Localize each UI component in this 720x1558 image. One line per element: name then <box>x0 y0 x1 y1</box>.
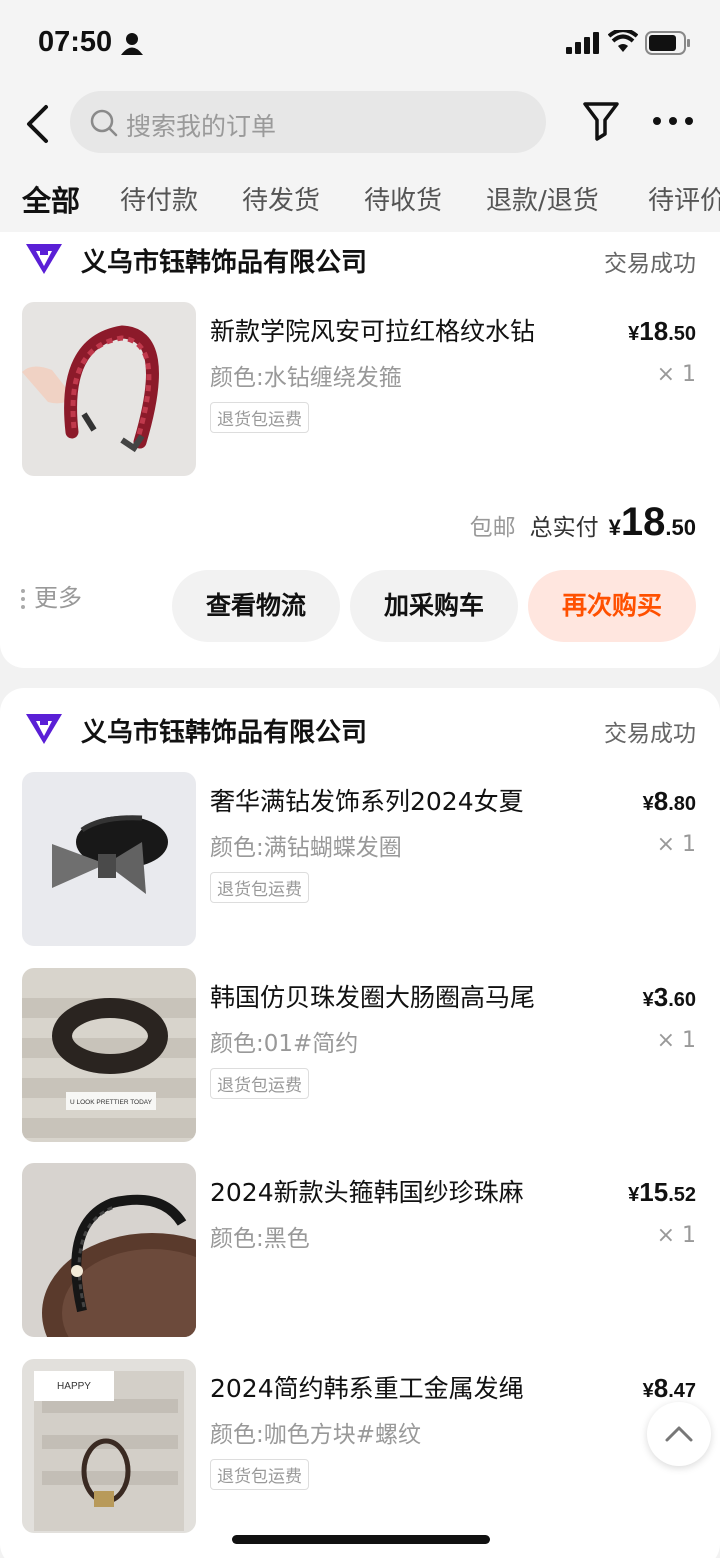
product-spec: 颜色:咖色方块#螺纹 <box>210 1422 422 1448</box>
return-shipping-tag: 退货包运费 <box>210 1068 309 1099</box>
shop-header[interactable]: 义乌市钰韩饰品有限公司 交易成功 <box>24 238 696 278</box>
chevron-up-icon <box>665 1426 693 1442</box>
total-amount: ¥18.50 <box>608 500 696 544</box>
image-caption: U LOOK PRETTIER TODAY <box>70 1099 153 1106</box>
status-time: 07:50 <box>38 26 113 58</box>
product-price: ¥8.47 <box>642 1373 696 1403</box>
return-shipping-tag: 退货包运费 <box>210 1459 309 1490</box>
product-item[interactable]: U LOOK PRETTIER TODAY 韩国仿贝珠发圈大肠圈高马尾 颜色:0… <box>22 968 696 1142</box>
cellular-signal-icon <box>566 32 599 54</box>
shop-logo-icon <box>26 714 62 744</box>
product-item[interactable]: HAPPY 2024简约韩系重工金属发绳 颜色:咖色方块#螺纹 退货包运费 ¥8… <box>22 1359 696 1533</box>
product-spec: 颜色:满钻蝴蝶发圈 <box>210 835 402 861</box>
shop-name: 义乌市钰韩饰品有限公司 <box>81 248 368 278</box>
product-image: U LOOK PRETTIER TODAY <box>22 968 196 1142</box>
shop-name: 义乌市钰韩饰品有限公司 <box>81 718 368 748</box>
wifi-icon <box>608 30 638 52</box>
tab-refund-return[interactable]: 退款/退货 <box>486 180 599 217</box>
product-quantity: × 1 <box>656 1028 696 1053</box>
product-image: HAPPY <box>22 1359 196 1533</box>
order-summary: 包邮 总实付 ¥18.50 <box>470 498 696 542</box>
order-tabs: 全部 待付款 待发货 待收货 退款/退货 待评价 <box>0 170 720 232</box>
total-label: 总实付 <box>529 515 599 541</box>
search-input[interactable]: 搜索我的订单 <box>70 91 546 153</box>
product-quantity: × 1 <box>656 1223 696 1248</box>
scroll-to-top-button[interactable] <box>647 1402 711 1466</box>
status-bar: 07:50 <box>0 0 720 86</box>
battery-icon <box>645 31 690 55</box>
product-price: ¥15.52 <box>628 1177 696 1207</box>
order-status: 交易成功 <box>604 251 696 277</box>
product-title: 韩国仿贝珠发圈大肠圈高马尾 <box>210 983 536 1012</box>
product-quantity: × 1 <box>656 832 696 857</box>
product-price: ¥18.50 <box>628 316 696 346</box>
header: 搜索我的订单 <box>0 86 720 170</box>
order-status: 交易成功 <box>604 721 696 747</box>
return-shipping-tag: 退货包运费 <box>210 402 309 433</box>
home-indicator <box>232 1535 490 1544</box>
order-card: 义乌市钰韩饰品有限公司 交易成功 新款学院风安可拉红格纹水钻 颜色:水钻缠绕发箍… <box>0 232 720 668</box>
tab-pending-review[interactable]: 待评价 <box>648 180 720 217</box>
filter-icon[interactable] <box>582 100 620 142</box>
back-arrow-icon[interactable] <box>22 104 56 144</box>
product-spec: 颜色:01#简约 <box>210 1031 359 1057</box>
tab-pending-shipment[interactable]: 待发货 <box>242 180 320 217</box>
product-image <box>22 1163 196 1337</box>
free-shipping-label: 包邮 <box>469 515 516 541</box>
view-logistics-button[interactable]: 查看物流 <box>172 570 340 642</box>
shop-logo-icon <box>26 244 62 274</box>
order-card: 义乌市钰韩饰品有限公司 交易成功 奢华满钻发饰系列2024女夏 颜色:满钻蝴蝶发… <box>0 688 720 1558</box>
search-icon <box>90 109 118 137</box>
product-item[interactable]: 2024新款头箍韩国纱珍珠麻 颜色:黑色 ¥15.52 × 1 <box>22 1163 696 1337</box>
more-options-icon[interactable] <box>652 116 694 126</box>
tab-pending-receipt[interactable]: 待收货 <box>364 180 442 217</box>
product-price: ¥3.60 <box>642 982 696 1012</box>
vertical-dots-icon <box>21 589 25 609</box>
product-item[interactable]: 奢华满钻发饰系列2024女夏 颜色:满钻蝴蝶发圈 退货包运费 ¥8.80 × 1 <box>22 772 696 946</box>
product-title: 新款学院风安可拉红格纹水钻 <box>210 317 536 346</box>
person-icon <box>121 33 143 55</box>
image-caption: HAPPY <box>57 1381 91 1392</box>
product-image <box>22 772 196 946</box>
order-actions: 更多 查看物流 加采购车 再次购买 <box>0 560 720 642</box>
product-item[interactable]: 新款学院风安可拉红格纹水钻 颜色:水钻缠绕发箍 退货包运费 ¥18.50 × 1 <box>22 302 696 476</box>
search-placeholder: 搜索我的订单 <box>126 112 277 141</box>
product-title: 2024简约韩系重工金属发绳 <box>210 1374 524 1403</box>
tab-all[interactable]: 全部 <box>22 178 80 220</box>
product-spec: 颜色:黑色 <box>210 1226 310 1252</box>
shop-header[interactable]: 义乌市钰韩饰品有限公司 交易成功 <box>24 708 696 748</box>
buy-again-button[interactable]: 再次购买 <box>528 570 696 642</box>
product-spec: 颜色:水钻缠绕发箍 <box>210 365 402 391</box>
product-image <box>22 302 196 476</box>
product-title: 2024新款头箍韩国纱珍珠麻 <box>210 1178 524 1207</box>
product-title: 奢华满钻发饰系列2024女夏 <box>210 787 524 816</box>
more-actions-link[interactable]: 更多 <box>20 578 82 613</box>
tab-pending-payment[interactable]: 待付款 <box>120 180 198 217</box>
product-price: ¥8.80 <box>642 786 696 816</box>
add-to-purchase-cart-button[interactable]: 加采购车 <box>350 570 518 642</box>
return-shipping-tag: 退货包运费 <box>210 872 309 903</box>
product-quantity: × 1 <box>656 362 696 387</box>
